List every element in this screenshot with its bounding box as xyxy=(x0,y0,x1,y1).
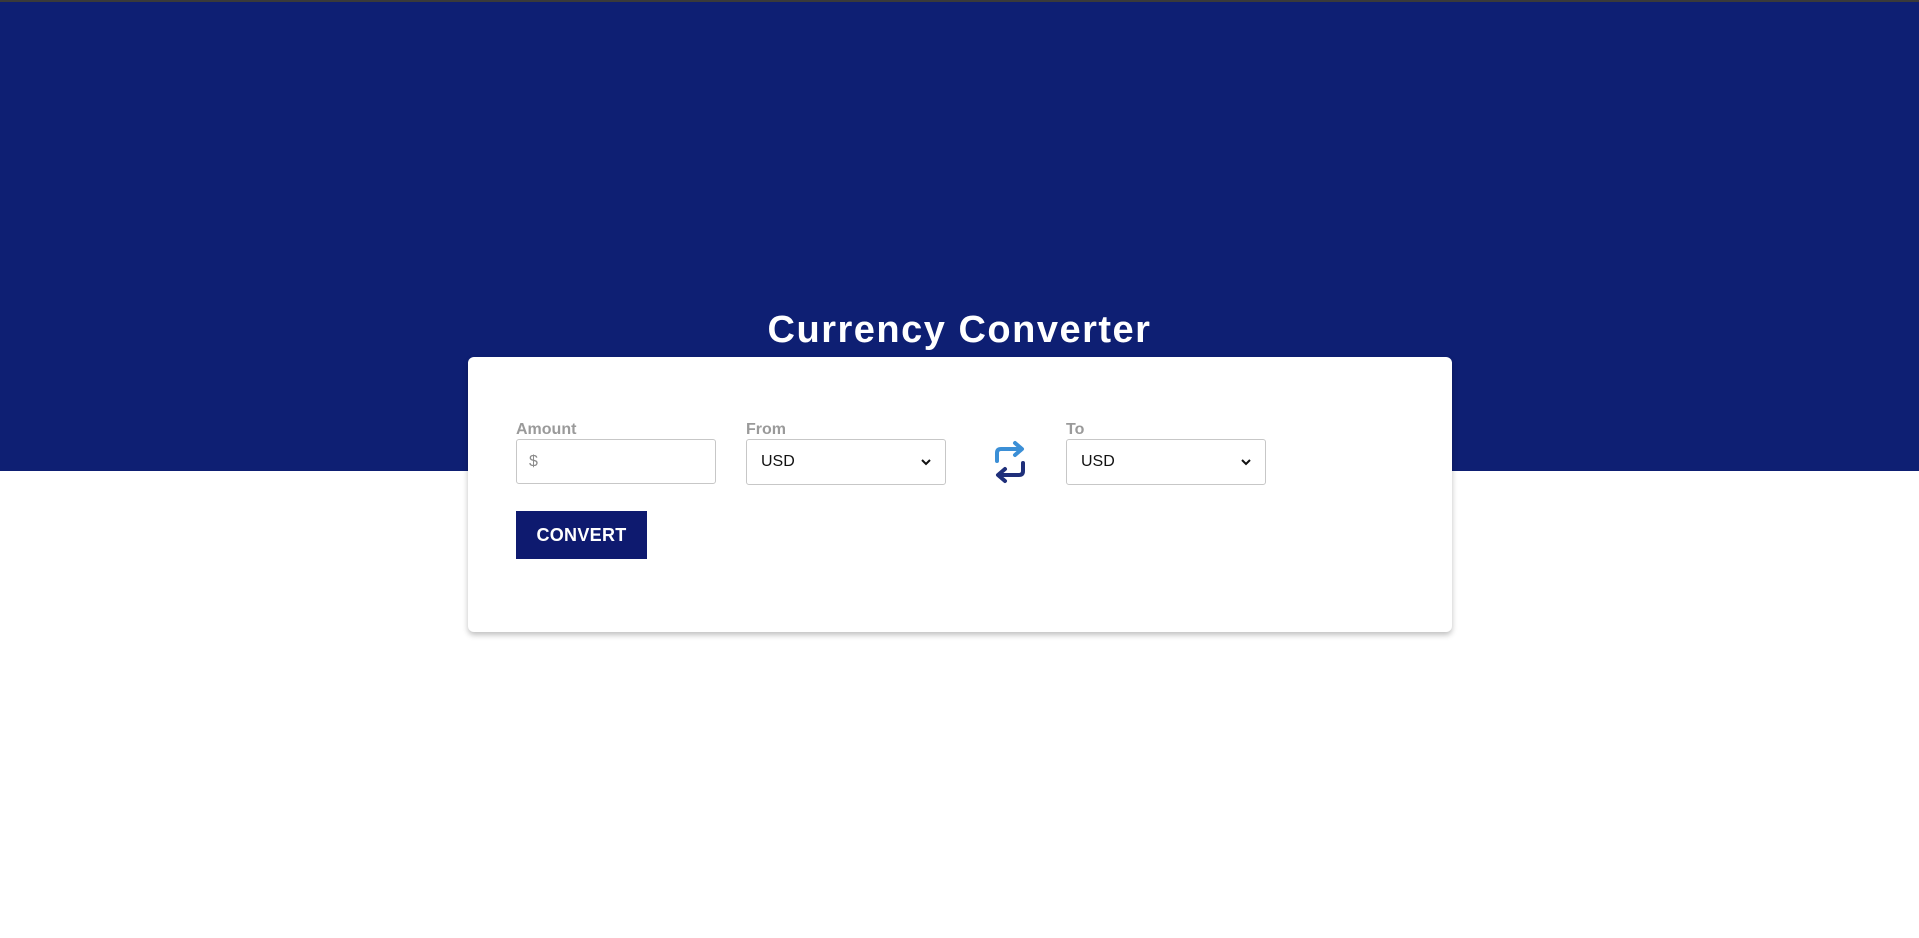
from-label: From xyxy=(746,421,786,438)
convert-button[interactable]: CONVERT xyxy=(516,511,647,559)
converter-card: Amount From USD To USD CONVERT xyxy=(468,357,1452,632)
chevron-down-icon xyxy=(1241,459,1251,466)
to-currency-select[interactable]: USD xyxy=(1066,439,1266,485)
chevron-down-icon xyxy=(921,459,931,466)
to-currency-value: USD xyxy=(1081,453,1115,470)
amount-input[interactable] xyxy=(516,439,716,484)
swap-arrows-icon[interactable] xyxy=(985,437,1035,487)
to-label: To xyxy=(1066,421,1085,438)
from-currency-value: USD xyxy=(761,453,795,470)
page-title: Currency Converter xyxy=(767,309,1152,351)
from-currency-select[interactable]: USD xyxy=(746,439,946,485)
amount-label: Amount xyxy=(516,421,577,438)
